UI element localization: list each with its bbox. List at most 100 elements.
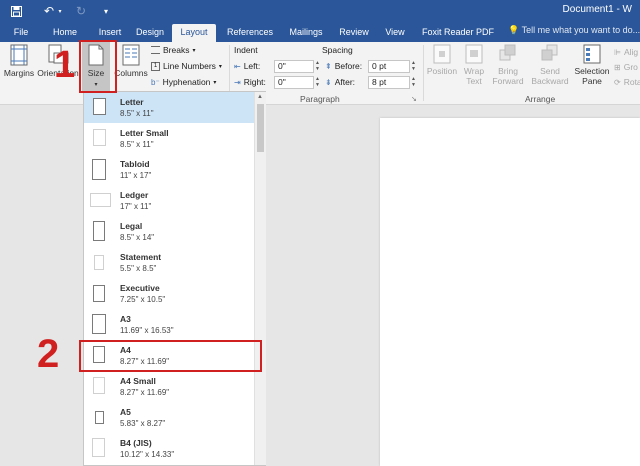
tab-design[interactable]: Design: [133, 25, 167, 42]
size-option-name: Statement: [120, 252, 162, 262]
selection-pane-label-2: Pane: [582, 76, 602, 86]
size-option-dimensions: 11.69" x 16.53": [120, 326, 174, 335]
wrap-text-button[interactable]: Wrap Text: [460, 44, 488, 86]
size-highlight-box: [79, 40, 117, 93]
rotate-icon: ⟳: [614, 77, 621, 87]
breaks-button[interactable]: Breaks ▾: [151, 45, 195, 55]
spacing-after-label: ⇟ After:: [325, 77, 355, 87]
size-option-a3[interactable]: A3 11.69" x 16.53": [84, 309, 254, 340]
columns-button[interactable]: Columns: [114, 44, 148, 78]
line-numbers-dropdown-icon: ▾: [218, 63, 222, 70]
tab-review[interactable]: Review: [338, 25, 370, 42]
position-button[interactable]: Position: [424, 44, 460, 76]
size-option-name: Ledger: [120, 190, 149, 200]
margins-button[interactable]: Margins: [2, 44, 36, 78]
spacing-before-spinner-icon[interactable]: ▲ ▼: [410, 60, 417, 73]
spacing-after-text: After:: [334, 77, 356, 87]
bring-forward-label-1: Bring: [498, 66, 518, 76]
align-icon: ⊫: [614, 47, 621, 57]
size-option-tabloid[interactable]: Tabloid 11" x 17": [84, 154, 254, 185]
size-option-executive[interactable]: Executive 7.25" x 10.5": [84, 278, 254, 309]
paragraph-group-label: Paragraph: [300, 94, 340, 104]
spacing-after-input[interactable]: 8 pt: [368, 76, 410, 89]
size-option-name: Letter: [120, 97, 144, 107]
columns-icon: [122, 44, 140, 66]
size-option-letter[interactable]: Letter 8.5" x 11": [84, 92, 254, 123]
tab-foxit-reader-pdf[interactable]: Foxit Reader PDF: [420, 25, 496, 42]
indent-left-icon: ⇤: [234, 61, 241, 71]
save-icon[interactable]: [8, 3, 24, 19]
size-option-letter-small[interactable]: Letter Small 8.5" x 11": [84, 123, 254, 154]
tab-mailings[interactable]: Mailings: [285, 25, 327, 42]
indent-left-spinner-icon[interactable]: ▲ ▼: [314, 60, 321, 73]
paper-a5-icon: [95, 411, 104, 424]
size-option-a4-small[interactable]: A4 Small 8.27" x 11.69": [84, 371, 254, 402]
paper-tabloid-icon: [92, 159, 106, 180]
tell-me-text: Tell me what you want to do...: [521, 25, 640, 35]
size-option-dimensions: 8.5" x 11": [120, 109, 154, 118]
spacing-after-icon: ⇟: [325, 77, 332, 87]
undo-dropdown-icon[interactable]: ▾: [56, 3, 64, 19]
selection-pane-label-1: Selection: [574, 66, 610, 76]
step-2-label: 2: [37, 332, 60, 376]
spacing-before-input[interactable]: 0 pt: [368, 60, 410, 73]
tell-me-box[interactable]: 💡 Tell me what you want to do...: [508, 25, 640, 36]
align-button[interactable]: ⊫ Alig: [614, 47, 638, 57]
size-option-legal[interactable]: Legal 8.5" x 14": [84, 216, 254, 247]
paper-a4-small-icon: [93, 377, 105, 394]
position-icon: [433, 44, 451, 64]
scroll-up-arrow-icon[interactable]: ▲: [257, 94, 263, 100]
document-canvas-left: [0, 106, 82, 466]
indent-right-label: ⇥ Right:: [234, 77, 266, 87]
document-page[interactable]: [380, 118, 640, 466]
spacing-after-spinner-icon[interactable]: ▲ ▼: [410, 76, 417, 89]
margins-label: Margins: [3, 68, 35, 78]
size-option-statement[interactable]: Statement 5.5" x 8.5": [84, 247, 254, 278]
tab-file[interactable]: File: [10, 25, 32, 42]
size-menu-scrollbar[interactable]: ▲: [254, 92, 266, 465]
paragraph-dialog-launcher-icon[interactable]: ↘: [411, 95, 417, 103]
hyphenation-button[interactable]: b⁻ Hyphenation ▾: [151, 77, 216, 87]
line-numbers-label: Line Numbers: [163, 61, 216, 71]
tab-home[interactable]: Home: [50, 25, 80, 42]
group-button[interactable]: ⊞ Gro: [614, 62, 638, 72]
redo-icon[interactable]: ↻: [74, 3, 88, 19]
tab-layout[interactable]: Layout: [172, 24, 216, 42]
size-option-a5[interactable]: A5 5.83" x 8.27": [84, 402, 254, 433]
line-numbers-icon: 1: [151, 61, 160, 71]
breaks-icon: [151, 46, 160, 54]
hyphenation-icon: b⁻: [151, 77, 160, 87]
rotate-button[interactable]: ⟳ Rota: [614, 77, 640, 87]
send-backward-button[interactable]: Send Backward: [528, 44, 572, 86]
lightbulb-icon: 💡: [508, 25, 520, 35]
bring-forward-button[interactable]: Bring Forward: [488, 44, 528, 86]
size-option-dimensions: 17" x 11": [120, 202, 152, 211]
customize-toolbar-icon[interactable]: ▾: [100, 3, 112, 19]
indent-left-input[interactable]: 0": [274, 60, 314, 73]
undo-icon[interactable]: ↶: [42, 3, 56, 19]
size-option-dimensions: 8.5" x 11": [120, 140, 154, 149]
size-option-name: Executive: [120, 283, 160, 293]
paper-letter-icon: [93, 98, 106, 115]
size-option-b4-jis[interactable]: B4 (JIS) 10.12" x 14.33": [84, 433, 254, 464]
scroll-thumb[interactable]: [257, 104, 264, 152]
tab-view[interactable]: View: [382, 25, 408, 42]
size-option-name: Letter Small: [120, 128, 169, 138]
send-backward-icon: [541, 44, 558, 61]
paper-statement-icon: [94, 255, 104, 270]
size-option-ledger[interactable]: Ledger 17" x 11": [84, 185, 254, 216]
size-option-dimensions: 5.83" x 8.27": [120, 419, 166, 428]
tab-references[interactable]: References: [226, 25, 274, 42]
selection-pane-button[interactable]: Selection Pane: [572, 44, 612, 86]
size-option-name: Tabloid: [120, 159, 150, 169]
send-backward-label-1: Send: [540, 66, 560, 76]
size-dropdown-menu: Letter 8.5" x 11" Letter Small 8.5" x 11…: [83, 91, 266, 466]
size-option-name: A4 Small: [120, 376, 156, 386]
line-numbers-button[interactable]: 1 Line Numbers ▾: [151, 61, 222, 71]
size-option-dimensions: 8.27" x 11.69": [120, 388, 170, 397]
indent-right-spinner-icon[interactable]: ▲ ▼: [314, 76, 321, 89]
indent-right-input[interactable]: 0": [274, 76, 314, 89]
size-option-name: Legal: [120, 221, 143, 231]
spacing-before-icon: ⇞: [325, 61, 332, 71]
paper-legal-icon: [93, 221, 105, 241]
